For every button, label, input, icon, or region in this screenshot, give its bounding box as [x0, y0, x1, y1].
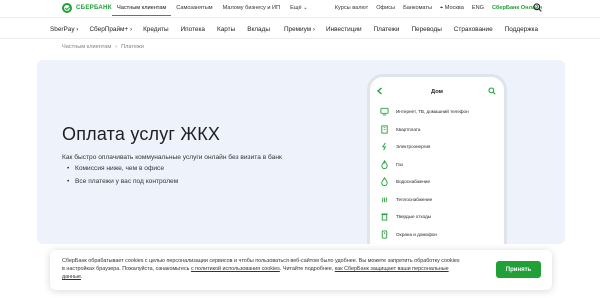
heating-icon	[381, 197, 388, 203]
breadcrumb-private[interactable]: Частным клиентам	[62, 44, 111, 50]
nav-cards[interactable]: Карты	[217, 26, 235, 33]
phone-category-list: Интернет, ТВ, домашний телефон Квартплат…	[380, 103, 500, 243]
cookie-banner: СберБанк обрабатывает cookies с целью пе…	[50, 250, 552, 290]
segment-private[interactable]: Частным клиентам	[112, 0, 172, 16]
intercom-icon	[381, 230, 388, 239]
nav-transfers[interactable]: Переводы	[411, 26, 441, 33]
cookie-text: СберБанк обрабатывает cookies с целью пе…	[62, 257, 462, 281]
chevron-right-icon: ›	[312, 25, 316, 33]
phone-mockup: Дом Интернет, ТВ, домашний телефон Кварт…	[367, 74, 507, 244]
chevron-right-icon: ›	[76, 25, 79, 33]
nav-sberprime[interactable]: СберПрайм+ ›	[89, 26, 132, 33]
monitor-icon	[380, 108, 389, 116]
list-item-label: Твердые отходы	[396, 214, 432, 220]
list-item-label: Теплоснабжение	[396, 196, 433, 202]
phone-screen-title: Дом	[431, 89, 443, 95]
flame-icon	[381, 159, 388, 169]
offices-link[interactable]: Офисы	[376, 5, 395, 11]
sberbank-logo[interactable]: СБЕРБАНК	[62, 2, 112, 13]
water-drop-icon	[381, 177, 388, 187]
list-item: Охрана и домофон	[380, 226, 500, 244]
breadcrumb-separator: ›	[115, 44, 118, 50]
main-nav: SberPay › СберПрайм+ › Кредиты Ипотека К…	[0, 17, 600, 39]
city-selector[interactable]: ⌖ Москва	[440, 5, 464, 12]
search-icon	[488, 87, 496, 95]
city-label: Москва	[444, 4, 464, 11]
nav-sberpay-label: SberPay	[50, 25, 75, 33]
nav-premium-label: Премиум	[283, 25, 312, 33]
lightning-icon	[381, 142, 387, 151]
nav-credits[interactable]: Кредиты	[143, 26, 169, 33]
segment-small-business[interactable]: Малому бизнесу и ИП	[218, 0, 286, 16]
list-item-label: Электроэнергия	[396, 144, 431, 150]
list-item-label: Квартплата	[396, 126, 421, 132]
list-item: Интернет, ТВ, домашний телефон	[380, 103, 500, 121]
chevron-down-icon: ⌄	[303, 5, 308, 11]
nav-sberpay[interactable]: SberPay ›	[50, 26, 78, 33]
list-item: Квартплата	[380, 121, 500, 139]
breadcrumb-payments[interactable]: Платежи	[121, 44, 144, 50]
trash-bin-icon	[381, 213, 388, 221]
atms-link[interactable]: Банкоматы	[403, 5, 432, 11]
top-bar: СБЕРБАНК Частным клиентам Самозанятым Ма…	[0, 0, 600, 16]
hero-banner: Оплата услуг ЖКХ Как быстро оплачивать к…	[37, 60, 565, 244]
bullet-commission: Комиссия ниже, чем в офисе	[67, 165, 178, 172]
list-item: Твердые отходы	[380, 208, 500, 226]
segment-self-employed[interactable]: Самозанятым	[171, 0, 217, 16]
nav-insurance[interactable]: Страхование	[454, 26, 493, 33]
brand-name: СБЕРБАНК	[76, 4, 112, 11]
cookie-text-part: .	[80, 274, 83, 280]
list-item-label: Водоснабжение	[396, 179, 431, 185]
segment-more-label: Ещё	[290, 5, 302, 11]
segment-nav: Частным клиентам Самозанятым Малому бизн…	[112, 0, 313, 16]
nav-investments[interactable]: Инвестиции	[326, 26, 362, 33]
language-switch[interactable]: ENG	[472, 5, 484, 11]
nav-premium[interactable]: Премиум ›	[284, 26, 315, 33]
list-item: Газ	[380, 156, 500, 174]
sber-logo-icon	[62, 2, 72, 13]
page-title: Оплата услуг ЖКХ	[62, 124, 221, 144]
bullet-control: Все платежи у вас под контролем	[67, 178, 178, 185]
nav-support[interactable]: Поддержка	[505, 26, 538, 33]
chevron-right-icon: ›	[129, 25, 133, 33]
hero-subtitle: Как быстро оплачивать коммунальные услуг…	[62, 154, 282, 161]
nav-mortgage[interactable]: Ипотека	[181, 26, 205, 33]
cookie-policy-link[interactable]: с политикой использования cookies	[191, 266, 280, 272]
list-item: Электроэнергия	[380, 138, 500, 156]
list-item: Теплоснабжение	[380, 191, 500, 209]
nav-sberprime-label: СберПрайм+	[89, 25, 129, 33]
search-icon[interactable]	[533, 3, 542, 12]
accept-cookies-button[interactable]: Принять	[496, 261, 541, 278]
building-icon	[381, 125, 388, 134]
cookie-text-part: . Читайте подробнее,	[279, 266, 335, 272]
list-item-label: Интернет, ТВ, домашний телефон	[396, 109, 469, 115]
location-pin-icon: ⌖	[440, 4, 444, 11]
breadcrumb: Частным клиентам › Платежи	[62, 44, 144, 50]
hero-bullets: Комиссия ниже, чем в офисе Все платежи у…	[67, 165, 178, 191]
segment-more[interactable]: Ещё ⌄	[285, 0, 313, 16]
nav-payments[interactable]: Платежи	[374, 26, 400, 33]
nav-deposits[interactable]: Вклады	[247, 26, 270, 33]
list-item-label: Газ	[396, 161, 403, 167]
list-item: Водоснабжение	[380, 173, 500, 191]
rates-link[interactable]: Курсы валют	[335, 5, 368, 11]
list-item-label: Охрана и домофон	[396, 231, 437, 237]
top-right-links: Курсы валют Офисы Банкоматы ⌖ Москва ENG…	[335, 0, 542, 16]
